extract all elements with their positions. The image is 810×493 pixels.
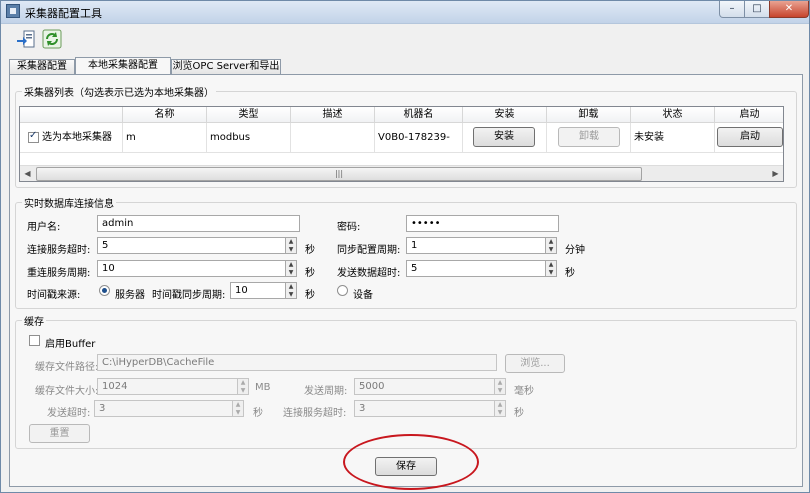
cache-path-label: 缓存文件路径: (35, 362, 99, 373)
select-local-checkbox[interactable] (28, 130, 39, 143)
highlight-ellipse (343, 434, 479, 490)
ts-sync-unit: 秒 (305, 290, 315, 301)
collector-grid[interactable]: 名称 类型 描述 机器名 安装 卸载 状态 启动 选为本地采集器 m modbu… (19, 106, 784, 182)
window-title: 采集器配置工具 (25, 7, 102, 20)
sync-period-label: 同步配置周期: (337, 245, 401, 256)
send-period-spin-icon[interactable]: ▲ ▼ (546, 260, 557, 277)
sync-period-spin-icon[interactable]: ▲ ▼ (546, 237, 557, 254)
scrollbar-thumb[interactable]: ||| (36, 167, 642, 181)
app-icon (6, 4, 20, 18)
ts-sync-label: 时间戳同步周期: (152, 290, 226, 301)
grid-header-select (20, 107, 123, 123)
table-row-type: modbus (207, 123, 291, 153)
table-row-name: m (123, 123, 207, 153)
password-label: 密码: (337, 222, 361, 233)
conn-timeout-spin-icon[interactable]: ▲ ▼ (286, 237, 297, 254)
cache-conn-timeout-label: 连接服务超时: (283, 408, 347, 419)
cache-send-timeout-stepper: 3 (94, 400, 233, 417)
install-button[interactable]: 安装 (473, 127, 535, 147)
grid-header-description[interactable]: 描述 (291, 107, 375, 123)
enable-buffer-checkbox[interactable] (29, 335, 40, 346)
cache-send-timeout-label: 发送超时: (47, 408, 91, 419)
collector-list-legend: 采集器列表（勾选表示已选为本地采集器） (24, 88, 214, 99)
cache-size-spin-icon: ▲ ▼ (238, 378, 249, 395)
cache-conn-timeout-unit: 秒 (514, 408, 524, 419)
ts-sync-stepper[interactable]: 10 (230, 282, 286, 299)
grid-header-start[interactable]: 启动 (715, 107, 783, 123)
start-button[interactable]: 启动 (717, 127, 783, 147)
minimize-button[interactable]: – (719, 1, 745, 18)
grid-header-status[interactable]: 状态 (631, 107, 715, 123)
reconnect-stepper[interactable]: 10 (97, 260, 286, 277)
toolbar (1, 24, 809, 54)
tab-browse-opc-server[interactable]: 浏览OPC Server和导出 (171, 59, 281, 74)
table-row-status: 未安装 (631, 123, 715, 153)
radio-server-label: 服务器 (115, 290, 145, 301)
ts-source-label: 时间戳来源: (27, 290, 81, 301)
cache-send-timeout-unit: 秒 (253, 408, 263, 419)
cache-send-period-stepper: 5000 (354, 378, 495, 395)
refresh-icon[interactable] (41, 28, 63, 50)
password-field[interactable]: ••••• (406, 215, 559, 232)
grid-header-name[interactable]: 名称 (123, 107, 207, 123)
radio-device-label: 设备 (353, 290, 373, 301)
grid-header-type[interactable]: 类型 (207, 107, 291, 123)
send-period-unit: 秒 (565, 268, 575, 279)
cache-size-label: 缓存文件大小: (35, 386, 99, 397)
cache-send-period-label: 发送周期: (304, 386, 348, 397)
conn-timeout-stepper[interactable]: 5 (97, 237, 286, 254)
reconnect-unit: 秒 (305, 268, 315, 279)
reconnect-label: 重连服务周期: (27, 268, 91, 279)
cache-path-field: C:\iHyperDB\CacheFile (97, 354, 497, 371)
cache-size-stepper: 1024 (97, 378, 238, 395)
cache-legend: 缓存 (24, 317, 44, 328)
maximize-button[interactable]: □ (744, 1, 770, 18)
username-label: 用户名: (27, 222, 61, 233)
reconnect-spin-icon[interactable]: ▲ ▼ (286, 260, 297, 277)
conn-timeout-label: 连接服务超时: (27, 245, 91, 256)
import-icon[interactable] (15, 28, 37, 50)
sync-period-stepper[interactable]: 1 (406, 237, 546, 254)
cache-conn-timeout-spin-icon: ▲ ▼ (495, 400, 506, 417)
table-row-machine: V0B0-178239-11 (375, 123, 463, 153)
grid-header-machine[interactable]: 机器名 (375, 107, 463, 123)
close-button[interactable]: ✕ (769, 1, 809, 18)
scroll-right-icon[interactable]: ▶ (768, 166, 783, 181)
browse-button: 浏览... (505, 354, 565, 373)
conn-timeout-unit: 秒 (305, 245, 315, 256)
uninstall-button: 卸载 (558, 127, 620, 147)
enable-buffer-label: 启用Buffer (45, 339, 96, 350)
cache-size-unit: MB (255, 382, 271, 393)
cache-send-timeout-spin-icon: ▲ ▼ (233, 400, 244, 417)
cache-send-period-spin-icon: ▲ ▼ (495, 378, 506, 395)
radio-device[interactable] (337, 285, 348, 296)
send-period-label: 发送数据超时: (337, 268, 401, 279)
username-field[interactable]: admin (97, 215, 300, 232)
tab-local-collector-config[interactable]: 本地采集器配置 (75, 57, 171, 74)
cache-conn-timeout-stepper: 3 (354, 400, 495, 417)
cache-send-period-unit: 毫秒 (514, 386, 534, 397)
radio-server[interactable] (99, 285, 110, 296)
grid-header-uninstall[interactable]: 卸载 (547, 107, 631, 123)
tab-collector-config[interactable]: 采集器配置 (9, 59, 75, 74)
realtime-db-legend: 实时数据库连接信息 (24, 199, 114, 210)
reset-button: 重置 (29, 424, 90, 443)
title-bar: 采集器配置工具 – □ ✕ (1, 1, 809, 24)
scroll-left-icon[interactable]: ◀ (20, 166, 35, 181)
sync-period-unit: 分钟 (565, 245, 585, 256)
table-row-description (291, 123, 375, 153)
grid-header-install[interactable]: 安装 (463, 107, 547, 123)
main-window: 采集器配置工具 – □ ✕ 采集器配置 本地采集器配置 浏览OPC Server… (0, 0, 810, 493)
ts-sync-spin-icon[interactable]: ▲ ▼ (286, 282, 297, 299)
horizontal-scrollbar[interactable]: ◀ ||| ▶ (20, 165, 783, 181)
send-period-stepper[interactable]: 5 (406, 260, 546, 277)
